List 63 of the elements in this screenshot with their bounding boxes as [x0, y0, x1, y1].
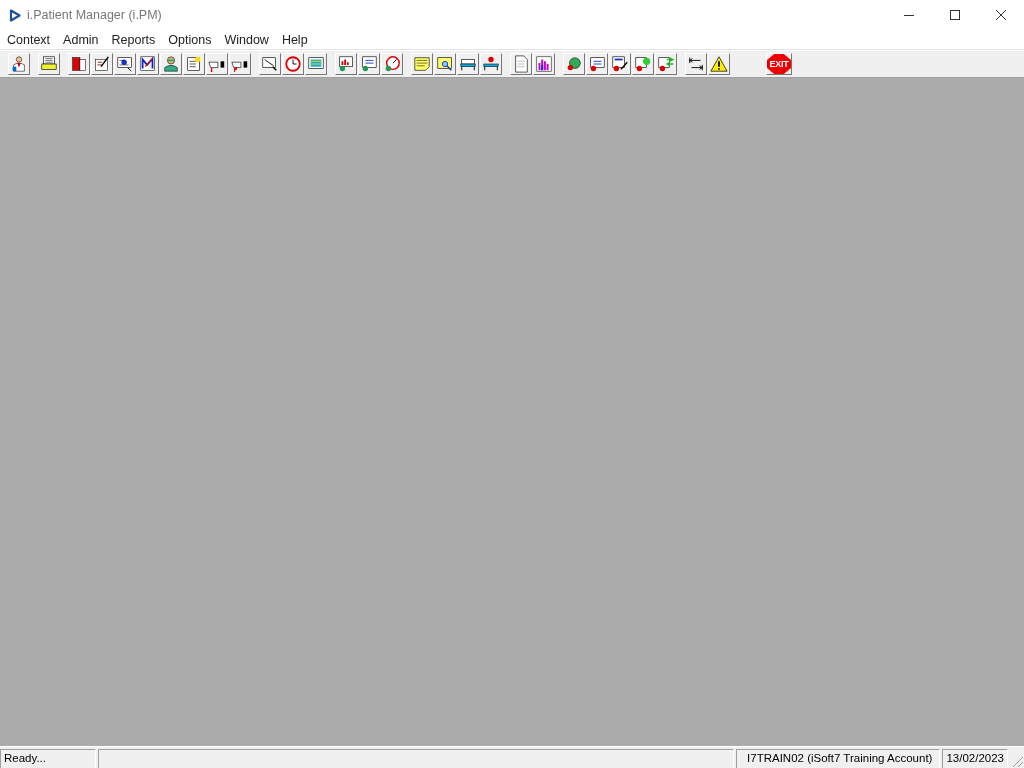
bar-chart-icon: [535, 55, 553, 73]
form-pen-icon: [611, 55, 629, 73]
document-pen-icon: [93, 55, 111, 73]
bed-person-button[interactable]: [480, 53, 502, 75]
form-person-icon: [588, 55, 606, 73]
swap-arrows-icon: [687, 55, 705, 73]
menu-item[interactable]: Help: [275, 30, 315, 49]
status-date: 13/02/2023: [942, 749, 1008, 768]
form-pen-button[interactable]: [609, 53, 631, 75]
gauge-person-icon: [383, 55, 401, 73]
status-message: Ready...: [0, 749, 96, 768]
bed-person-icon: [482, 55, 500, 73]
menu-item[interactable]: Window: [218, 30, 276, 49]
bed-button[interactable]: [457, 53, 479, 75]
form-globe-icon: [634, 55, 652, 73]
resize-grip-icon: [1010, 754, 1024, 768]
document-icon: [512, 55, 530, 73]
form-person-button[interactable]: [358, 53, 380, 75]
maximize-icon: [950, 10, 960, 20]
letter-m-icon: [139, 55, 157, 73]
form-person-button[interactable]: [586, 53, 608, 75]
form-arrows-icon: [657, 55, 675, 73]
bar-chart-button[interactable]: [533, 53, 555, 75]
printer-icon: [40, 55, 58, 73]
monitor-icon: [116, 55, 134, 73]
printer-button[interactable]: [38, 53, 60, 75]
window-title: i.Patient Manager (i.PM): [27, 8, 162, 22]
monitor-button[interactable]: [114, 53, 136, 75]
warning-icon: [710, 55, 728, 73]
close-icon: [996, 10, 1006, 20]
notepad-button[interactable]: [183, 53, 205, 75]
gauge-person-button[interactable]: [381, 53, 403, 75]
menu-item[interactable]: Reports: [105, 30, 163, 49]
monitor-button[interactable]: [305, 53, 327, 75]
status-user: I7TRAIN02 (iSoft7 Training Account): [736, 749, 941, 768]
form-arrows-button[interactable]: [655, 53, 677, 75]
note-search-icon: [436, 55, 454, 73]
notepad-icon: [185, 55, 203, 73]
clock-button[interactable]: [282, 53, 304, 75]
chart-person-icon: [337, 55, 355, 73]
form-globe-button[interactable]: [632, 53, 654, 75]
note-icon: [413, 55, 431, 73]
doctor-icon: [162, 55, 180, 73]
document-pen-button[interactable]: [91, 53, 113, 75]
menu-item[interactable]: Options: [162, 30, 219, 49]
person-icon: [10, 55, 28, 73]
menu-item[interactable]: Admin: [57, 30, 106, 49]
document-button[interactable]: [510, 53, 532, 75]
book-icon: [70, 55, 88, 73]
menu-item[interactable]: Context: [1, 30, 58, 49]
swap-arrows-button[interactable]: [685, 53, 707, 75]
doctor-button[interactable]: [160, 53, 182, 75]
note-search-button[interactable]: [434, 53, 456, 75]
note-button[interactable]: [411, 53, 433, 75]
app-logo-icon: [9, 8, 21, 22]
person-button[interactable]: [8, 53, 30, 75]
exit-button[interactable]: EXIT: [766, 53, 792, 75]
clock-icon: [284, 55, 302, 73]
chart-person-button[interactable]: [335, 53, 357, 75]
form-person-icon: [360, 55, 378, 73]
letter-m-button[interactable]: [137, 53, 159, 75]
book-button[interactable]: [68, 53, 90, 75]
warning-button[interactable]: [708, 53, 730, 75]
